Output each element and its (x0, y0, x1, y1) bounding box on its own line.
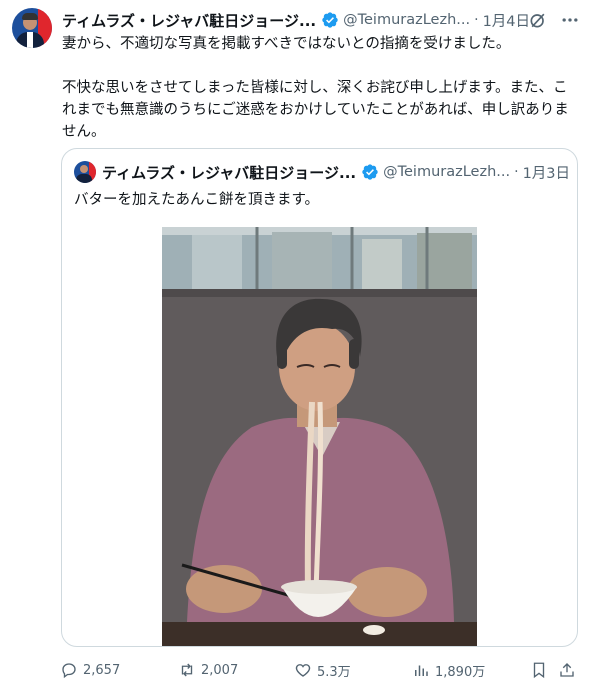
repost-count: 2,007 (201, 662, 239, 678)
bookmark-icon (533, 662, 545, 679)
tweet-date[interactable]: 1月4日 (483, 10, 530, 31)
photo-illustration (162, 227, 477, 646)
separator-dot: · (474, 12, 479, 28)
quoted-date[interactable]: 1月3日 (523, 162, 570, 183)
quoted-avatar[interactable] (74, 161, 96, 183)
verified-badge-icon (322, 12, 338, 28)
views-icon (415, 665, 428, 676)
bookmark-button[interactable] (530, 658, 553, 682)
reply-icon (62, 663, 76, 679)
tweet-header: ティムラズ・レジャバ駐日ジョージ... @TeimurazLezh... · 1… (62, 10, 582, 30)
like-icon (295, 664, 311, 677)
action-bar: 2,657 2,007 5.3万 1,890万 (60, 658, 580, 682)
quoted-author-name[interactable]: ティムラズ・レジャバ駐日ジョージ... (102, 162, 356, 183)
verified-badge-icon (362, 164, 378, 180)
quoted-tweet[interactable]: ティムラズ・レジャバ駐日ジョージ... @TeimurazLezh... · 1… (61, 148, 578, 647)
share-button[interactable] (558, 658, 581, 682)
views-button[interactable]: 1,890万 (412, 658, 485, 682)
separator-dot: · (514, 164, 519, 180)
grok-icon[interactable] (528, 10, 548, 30)
author-handle[interactable]: @TeimurazLezh... (343, 12, 470, 28)
quoted-text: バターを加えたあんこ餅を頂きます。 (74, 192, 320, 208)
repost-icon (181, 663, 193, 677)
like-count: 5.3万 (317, 664, 351, 680)
quoted-photo[interactable] (162, 227, 477, 646)
views-count: 1,890万 (435, 664, 486, 680)
like-button[interactable]: 5.3万 (294, 658, 351, 682)
author-avatar[interactable] (12, 8, 52, 48)
tweet-text-line: 妻から、不適切な写真を掲載すべきではないとの指摘を受けました。 (62, 36, 511, 52)
more-icon[interactable] (560, 10, 580, 30)
tweet: ティムラズ・レジャバ駐日ジョージ... @TeimurazLezh... · 1… (0, 0, 590, 686)
author-name[interactable]: ティムラズ・レジャバ駐日ジョージ... (62, 10, 316, 31)
tweet-text-line: 不快な思いをさせてしまった皆様に対し、深くお詫び申し上げます。また、これまでも無… (62, 80, 569, 140)
repost-button[interactable]: 2,007 (178, 658, 238, 682)
reply-button[interactable]: 2,657 (60, 658, 120, 682)
tweet-text: 妻から、不適切な写真を掲載すべきではないとの指摘を受けました。 不快な思いをさせ… (62, 33, 577, 143)
share-icon (560, 663, 574, 677)
quoted-author-handle[interactable]: @TeimurazLezh... (383, 164, 510, 180)
reply-count: 2,657 (83, 662, 121, 678)
quoted-header: ティムラズ・レジャバ駐日ジョージ... @TeimurazLezh... · 1… (74, 161, 570, 183)
